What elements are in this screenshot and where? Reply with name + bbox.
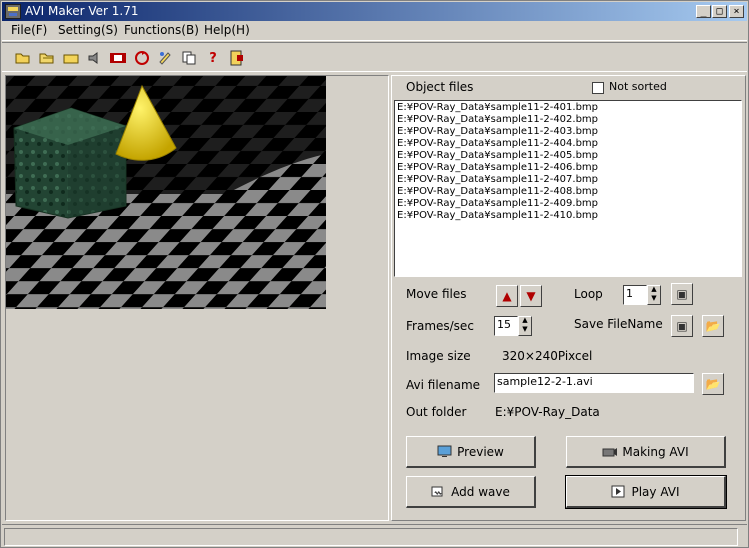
list-item[interactable]: E:¥POV-Ray_Data¥sample11-2-409.bmp	[397, 198, 739, 210]
folder-icon[interactable]	[60, 47, 82, 69]
frames-per-second-label: Frames/sec	[406, 319, 474, 333]
object-files-label: Object files	[406, 80, 474, 94]
not-sorted-checkbox[interactable]	[592, 82, 604, 94]
preview-label: Preview	[457, 444, 504, 459]
list-item[interactable]: E:¥POV-Ray_Data¥sample11-2-401.bmp	[397, 102, 739, 114]
status-field	[4, 528, 738, 546]
palette-icon[interactable]	[154, 47, 176, 69]
save-filename-button[interactable]: ▣	[671, 315, 693, 337]
menu-functions[interactable]: Functions(B)	[124, 23, 199, 37]
list-item[interactable]: E:¥POV-Ray_Data¥sample11-2-406.bmp	[397, 162, 739, 174]
add-wave-button[interactable]: Add wave	[406, 476, 536, 508]
browse-avi-folder-button[interactable]: 📂	[702, 373, 724, 395]
image-size-label: Image size	[406, 349, 471, 363]
frames-spinner[interactable]: ▲ ▼	[518, 316, 532, 336]
not-sorted-label: Not sorted	[609, 80, 667, 93]
spin-down-icon[interactable]: ▼	[648, 295, 660, 304]
loop-options-button[interactable]: ▣	[671, 283, 693, 305]
app-window: AVI Maker Ver 1.71 _ □ × File(F) Setting…	[0, 0, 749, 548]
open-folder-icon[interactable]	[12, 47, 34, 69]
list-item[interactable]: E:¥POV-Ray_Data¥sample11-2-405.bmp	[397, 150, 739, 162]
out-folder-value: E:¥POV-Ray_Data	[495, 405, 600, 419]
preview-button[interactable]: Preview	[406, 436, 536, 468]
menu-file[interactable]: File(F)	[11, 23, 47, 37]
making-avi-label: Making AVI	[622, 444, 689, 459]
spin-down-icon[interactable]: ▼	[519, 326, 531, 335]
list-item[interactable]: E:¥POV-Ray_Data¥sample11-2-403.bmp	[397, 126, 739, 138]
loop-label: Loop	[574, 287, 603, 301]
object-files-list[interactable]: E:¥POV-Ray_Data¥sample11-2-401.bmp E:¥PO…	[394, 100, 742, 277]
loop-input[interactable]: 1	[623, 285, 647, 305]
camera-icon	[602, 445, 618, 458]
play-avi-button[interactable]: Play AVI	[565, 475, 727, 509]
list-item[interactable]: E:¥POV-Ray_Data¥sample11-2-404.bmp	[397, 138, 739, 150]
minimize-button[interactable]: _	[696, 5, 711, 18]
list-item[interactable]: E:¥POV-Ray_Data¥sample11-2-408.bmp	[397, 186, 739, 198]
move-down-button[interactable]: ▼	[520, 285, 542, 307]
wave-file-icon	[431, 485, 446, 498]
menu-help[interactable]: Help(H)	[204, 23, 250, 37]
avi-filename-input[interactable]: sample12-2-1.avi	[494, 373, 694, 393]
preview-panel	[5, 75, 389, 521]
refresh-icon[interactable]	[131, 47, 153, 69]
loop-spinner[interactable]: ▲ ▼	[647, 285, 661, 305]
out-folder-label: Out folder	[406, 405, 467, 419]
close-button[interactable]: ×	[729, 5, 744, 18]
film-icon[interactable]	[107, 47, 129, 69]
status-bar	[2, 524, 747, 547]
frames-per-second-input[interactable]: 15	[494, 316, 518, 336]
monitor-icon	[437, 445, 452, 458]
list-item[interactable]: E:¥POV-Ray_Data¥sample11-2-402.bmp	[397, 114, 739, 126]
menu-bar: File(F) Setting(S) Functions(B) Help(H)	[2, 21, 747, 41]
play-avi-label: Play AVI	[631, 484, 680, 499]
maximize-button[interactable]: □	[712, 5, 727, 18]
toolbar: ?	[2, 42, 747, 72]
copy-icon[interactable]	[178, 47, 200, 69]
browse-save-folder-button[interactable]: 📂	[702, 315, 724, 337]
render-preview-image	[6, 76, 326, 309]
move-up-button[interactable]: ▲	[496, 285, 518, 307]
menu-setting[interactable]: Setting(S)	[58, 23, 118, 37]
open-folder-alt-icon[interactable]	[36, 47, 58, 69]
window-title: AVI Maker Ver 1.71	[25, 4, 139, 18]
settings-panel: Object files Not sorted E:¥POV-Ray_Data¥…	[391, 75, 746, 521]
add-wave-label: Add wave	[451, 484, 510, 499]
title-bar: AVI Maker Ver 1.71 _ □ ×	[2, 2, 747, 21]
play-icon	[611, 485, 626, 498]
save-filename-label: Save FileName	[574, 317, 663, 331]
image-size-value: 320×240Pixcel	[502, 349, 593, 363]
avi-filename-label: Avi filename	[406, 378, 481, 392]
list-item[interactable]: E:¥POV-Ray_Data¥sample11-2-407.bmp	[397, 174, 739, 186]
sound-icon[interactable]	[84, 47, 106, 69]
list-item[interactable]: E:¥POV-Ray_Data¥sample11-2-410.bmp	[397, 210, 739, 222]
exit-icon[interactable]	[226, 47, 248, 69]
help-icon[interactable]: ?	[202, 47, 224, 69]
move-files-label: Move files	[406, 287, 467, 301]
app-icon	[5, 4, 21, 19]
making-avi-button[interactable]: Making AVI	[566, 436, 726, 468]
